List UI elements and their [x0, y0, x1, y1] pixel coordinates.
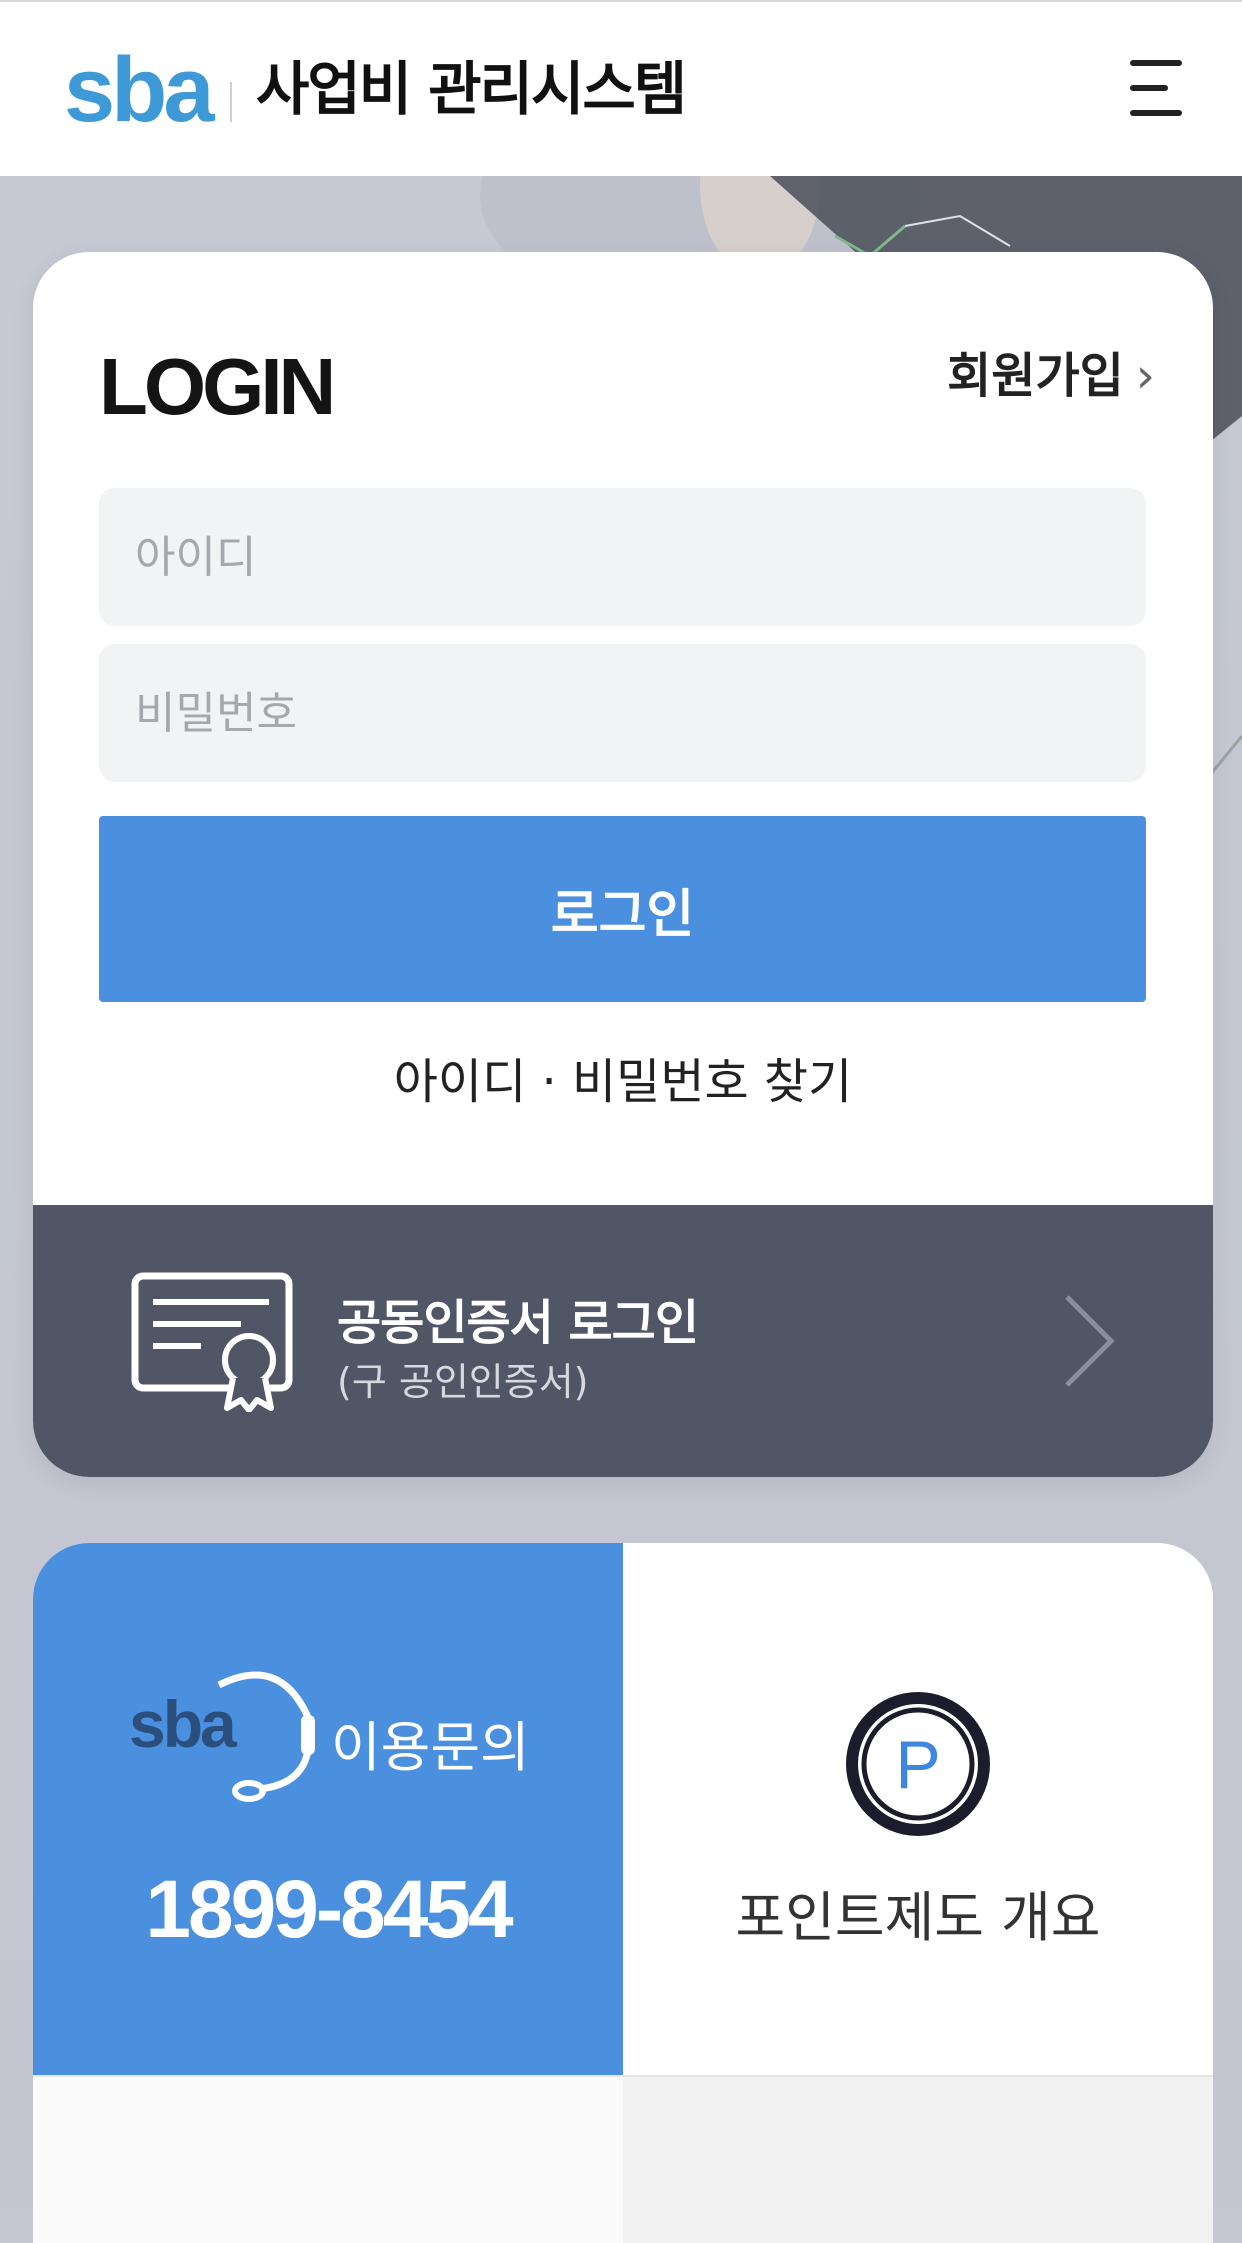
quick-menu-grid: sba 이용문의 1899-8454 P 포인트제도 개요 [33, 1543, 1213, 2243]
contact-label: 이용문의 [331, 1716, 530, 1779]
logo-divider [230, 82, 232, 122]
menu-tile-empty[interactable] [623, 2075, 1213, 2243]
point-system-tile[interactable]: P 포인트제도 개요 [623, 1543, 1213, 2075]
signup-label: 회원가입 [947, 348, 1124, 404]
id-input[interactable] [99, 488, 1146, 626]
certificate-subtitle: (구 공인인증서) [337, 1360, 589, 1404]
hamburger-menu-icon[interactable] [1126, 58, 1182, 118]
headset-icon: sba [129, 1671, 315, 1802]
signup-link[interactable]: 회원가입 › [947, 350, 1155, 403]
point-icon: P [846, 1692, 990, 1836]
contact-tile[interactable]: sba 이용문의 1899-8454 [33, 1543, 623, 2075]
menu-tile-empty[interactable] [33, 2075, 623, 2243]
point-system-label: 포인트제도 개요 [735, 1886, 1101, 1949]
chevron-right-icon: › [1135, 348, 1155, 404]
sba-logo[interactable]: sba [64, 44, 215, 136]
certificate-title: 공동인증서 로그인 [337, 1295, 699, 1351]
contact-phone[interactable]: 1899-8454 [33, 1863, 623, 1957]
app-header: sba 사업비 관리시스템 [0, 0, 1242, 176]
chevron-right-icon [1065, 1295, 1115, 1387]
point-icon-letter: P [895, 1727, 940, 1803]
login-button[interactable]: 로그인 [99, 816, 1146, 1002]
app-title: 사업비 관리시스템 [256, 55, 687, 123]
login-heading: LOGIN [99, 342, 336, 431]
certificate-icon [131, 1272, 293, 1412]
password-input[interactable] [99, 644, 1146, 782]
login-card: LOGIN 회원가입› 로그인 아이디 · 비밀번호 찾기 공동인증서 로그인 … [33, 252, 1213, 1477]
find-id-password-link[interactable]: 아이디 · 비밀번호 찾기 [33, 1042, 1213, 1112]
contact-logo-text: sba [129, 1687, 238, 1761]
certificate-login-button[interactable]: 공동인증서 로그인 (구 공인인증서) [33, 1205, 1213, 1477]
